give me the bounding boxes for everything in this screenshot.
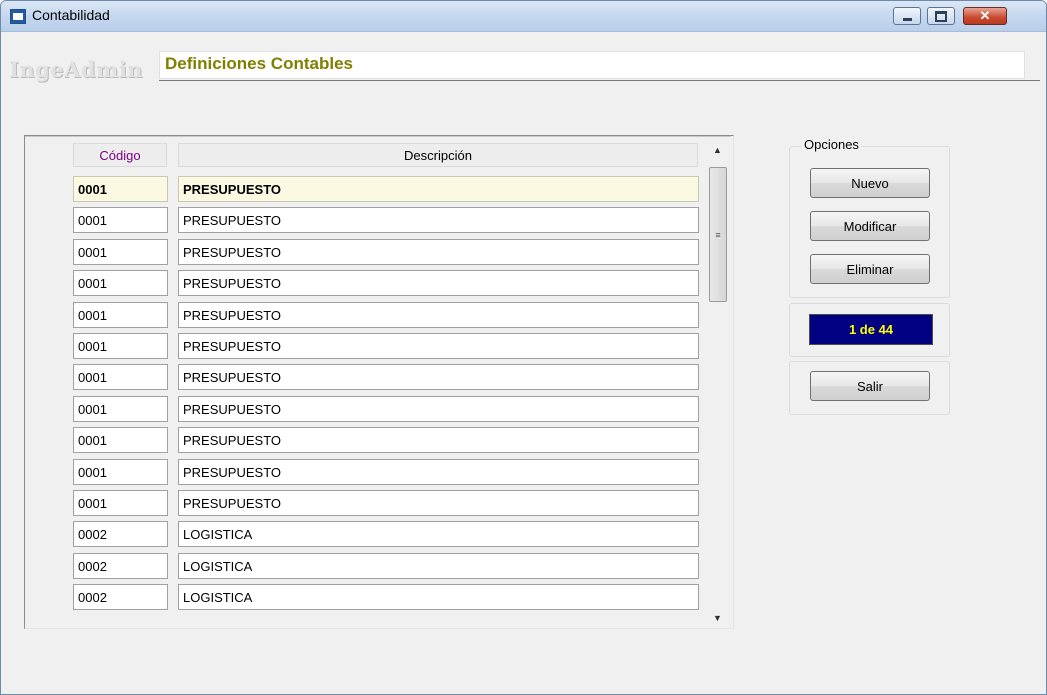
cell-codigo[interactable]: 0001 <box>73 427 168 453</box>
cell-descripcion[interactable]: LOGISTICA <box>178 553 699 579</box>
cell-codigo[interactable]: 0001 <box>73 270 168 296</box>
cell-codigo[interactable]: 0001 <box>73 176 168 202</box>
cell-descripcion[interactable]: PRESUPUESTO <box>178 364 699 390</box>
cell-descripcion[interactable]: PRESUPUESTO <box>178 207 699 233</box>
cell-codigo[interactable]: 0001 <box>73 333 168 359</box>
cell-codigo[interactable]: 0001 <box>73 302 168 328</box>
close-button[interactable]: ✕ <box>963 7 1007 25</box>
brand-logo: IngeAdmin <box>9 57 144 82</box>
modificar-button[interactable]: Modificar <box>810 211 930 241</box>
section-title-bar: Definiciones Contables <box>159 51 1025 79</box>
cell-codigo[interactable]: 0001 <box>73 490 168 516</box>
window-title: Contabilidad <box>32 7 110 23</box>
column-header-codigo[interactable]: Código <box>73 143 167 167</box>
app-window-icon <box>10 9 26 24</box>
minimize-icon <box>902 17 912 21</box>
app-window: Contabilidad ✕ IngeAdmin Definiciones Co… <box>0 0 1047 695</box>
salir-button[interactable]: Salir <box>810 371 930 401</box>
cell-codigo[interactable]: 0001 <box>73 364 168 390</box>
cell-codigo[interactable]: 0001 <box>73 459 168 485</box>
cell-codigo[interactable]: 0001 <box>73 396 168 422</box>
title-bar[interactable]: Contabilidad ✕ <box>1 1 1046 32</box>
nuevo-button[interactable]: Nuevo <box>810 168 930 198</box>
cell-descripcion[interactable]: PRESUPUESTO <box>178 459 699 485</box>
cell-descripcion[interactable]: PRESUPUESTO <box>178 396 699 422</box>
cell-codigo[interactable]: 0001 <box>73 207 168 233</box>
cell-codigo[interactable]: 0002 <box>73 553 168 579</box>
cell-descripcion[interactable]: PRESUPUESTO <box>178 270 699 296</box>
cell-descripcion[interactable]: LOGISTICA <box>178 584 699 610</box>
scrollbar-thumb[interactable]: ≡ <box>709 167 727 302</box>
arrow-up-icon[interactable]: ▲ <box>707 140 728 160</box>
cell-codigo[interactable]: 0002 <box>73 521 168 547</box>
cell-descripcion[interactable]: PRESUPUESTO <box>178 427 699 453</box>
cell-codigo[interactable]: 0001 <box>73 239 168 265</box>
maximize-icon <box>935 10 947 22</box>
cell-descripcion[interactable]: PRESUPUESTO <box>178 302 699 328</box>
cell-descripcion[interactable]: PRESUPUESTO <box>178 333 699 359</box>
title-divider <box>159 80 1040 81</box>
maximize-button[interactable] <box>927 7 955 25</box>
eliminar-button[interactable]: Eliminar <box>810 254 930 284</box>
cell-descripcion[interactable]: PRESUPUESTO <box>178 239 699 265</box>
column-header-descripcion[interactable]: Descripción <box>178 143 698 167</box>
cell-codigo[interactable]: 0002 <box>73 584 168 610</box>
record-counter: 1 de 44 <box>809 314 933 345</box>
grid-divider <box>25 136 731 137</box>
cell-descripcion[interactable]: PRESUPUESTO <box>178 490 699 516</box>
close-icon: ✕ <box>979 8 991 23</box>
minimize-button[interactable] <box>893 7 921 25</box>
grid-scrollbar[interactable]: ▲ ≡ ▼ <box>707 140 728 628</box>
cell-descripcion[interactable]: PRESUPUESTO <box>178 176 699 202</box>
page-title: Definiciones Contables <box>165 54 353 73</box>
arrow-down-icon[interactable]: ▼ <box>707 608 728 628</box>
options-legend: Opciones <box>801 137 862 152</box>
cell-descripcion[interactable]: LOGISTICA <box>178 521 699 547</box>
